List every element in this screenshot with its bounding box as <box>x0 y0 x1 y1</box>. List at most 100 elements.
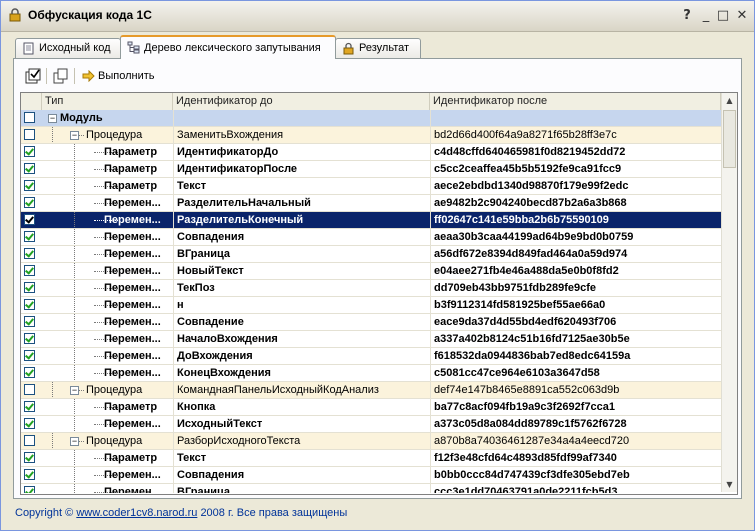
scroll-down-icon[interactable]: ▼ <box>722 477 737 492</box>
row-type-label: Перемен... <box>104 231 161 243</box>
header-id-after[interactable]: Идентификатор после <box>430 93 721 110</box>
check-all-icon[interactable] <box>24 67 42 85</box>
table-row[interactable]: Перемен... Совпадение eace9da37d4d55bd4edf… <box>21 314 721 331</box>
id-before-cell: н <box>173 297 430 313</box>
row-checkbox[interactable] <box>24 197 35 208</box>
tree-line <box>74 399 75 415</box>
tree-line <box>79 135 84 136</box>
close-button[interactable]: ✕ <box>734 8 750 24</box>
type-cell: Перемен... <box>42 484 192 493</box>
id-after-cell: b0bb0ccc84d747439cf3dfe305ebd7eb <box>430 467 721 483</box>
row-checkbox[interactable] <box>24 367 35 378</box>
row-checkbox[interactable] <box>24 435 35 446</box>
row-checkbox[interactable] <box>24 265 35 276</box>
table-row[interactable]: Параметр Текст aece2ebdbd1340d98870f179e99… <box>21 178 721 195</box>
minimize-button[interactable]: _ <box>698 8 714 24</box>
id-before-cell: Совпадение <box>173 314 430 330</box>
table-row[interactable]: Перемен... ВГраница a56df672e8394d849fad46… <box>21 246 721 263</box>
table-row[interactable]: Перемен... ИсходныйТекст a373c05d8a084dd89… <box>21 416 721 433</box>
tree-line <box>79 441 84 442</box>
table-row[interactable]: Перемен... ДоВхождения f618532da0944836bab… <box>21 348 721 365</box>
table-row[interactable]: Перемен... НовыйТекст e04aee271fb4e46a488d… <box>21 263 721 280</box>
maximize-button[interactable]: □ <box>715 8 731 24</box>
tab-label: Дерево лексического запутывания <box>144 42 321 54</box>
row-checkbox[interactable] <box>24 180 35 191</box>
tree-line <box>74 416 75 432</box>
row-checkbox[interactable] <box>24 282 35 293</box>
table-row[interactable]: Перемен... Совпадения aeaa30b3caa44199ad64… <box>21 229 721 246</box>
id-after-cell: e04aee271fb4e46a488da5e0b0f8fd2 <box>430 263 721 279</box>
table-row[interactable]: Перемен... ВГраница ccc3e1dd70463791a0de22… <box>21 484 721 493</box>
row-checkbox[interactable] <box>24 146 35 157</box>
obfuscation-tree-grid[interactable]: Тип Идентификатор до Идентификатор после… <box>20 92 738 495</box>
id-after-cell: a337a402b8124c51b16fd7125ae30b5e <box>430 331 721 347</box>
row-checkbox[interactable] <box>24 469 35 480</box>
table-row[interactable]: Перемен... н b3f9112314fd581925bef55ae66a0 <box>21 297 721 314</box>
row-checkbox[interactable] <box>24 163 35 174</box>
row-checkbox[interactable] <box>24 231 35 242</box>
type-cell: Перемен... <box>42 229 192 245</box>
scroll-thumb[interactable] <box>723 110 736 168</box>
row-checkbox[interactable] <box>24 486 35 493</box>
row-checkbox[interactable] <box>24 384 35 395</box>
table-row[interactable]: Перемен... РазделительНачальный ae9482b2c9… <box>21 195 721 212</box>
id-after-cell: bd2d66d400f64a9a8271f65b28ff3e7c <box>430 127 721 143</box>
row-checkbox[interactable] <box>24 333 35 344</box>
tree-line <box>74 280 75 296</box>
collapse-icon[interactable]: − <box>70 131 79 140</box>
tab-result[interactable]: Результат <box>335 38 421 58</box>
row-type-label: Перемен... <box>104 469 161 481</box>
table-row[interactable]: − Модуль <box>21 110 721 127</box>
id-after-cell: dd709eb43bb9751fdb289fe9cfe <box>430 280 721 296</box>
table-row[interactable]: Параметр ИдентификаторДо c4d48cffd64046598… <box>21 144 721 161</box>
row-checkbox[interactable] <box>24 129 35 140</box>
id-before-cell: РазделительНачальный <box>173 195 430 211</box>
header-type[interactable]: Тип <box>42 93 173 110</box>
table-row[interactable]: Перемен... ТекПоз dd709eb43bb9751fdb289fe9… <box>21 280 721 297</box>
tab-source-code[interactable]: Исходный код <box>15 38 121 58</box>
help-button[interactable]: ? <box>679 8 695 24</box>
type-cell: Перемен... <box>42 263 192 279</box>
table-row[interactable]: Перемен... НачалоВхождения a337a402b8124c5… <box>21 331 721 348</box>
row-checkbox[interactable] <box>24 299 35 310</box>
table-row[interactable]: Параметр ИдентификаторПосле c5cc2ceaffea45… <box>21 161 721 178</box>
header-id-before[interactable]: Идентификатор до <box>173 93 430 110</box>
grid-header: Тип Идентификатор до Идентификатор после <box>21 93 721 111</box>
row-checkbox[interactable] <box>24 452 35 463</box>
row-checkbox[interactable] <box>24 112 35 123</box>
table-row[interactable]: − Процедура ЗаменитьВхождения bd2d66d400f64… <box>21 127 721 144</box>
tab-obfuscation-tree[interactable]: Дерево лексического запутывания <box>120 35 336 59</box>
table-row[interactable]: Параметр Текст f12f3e48cfd64c4893d85fdf99a… <box>21 450 721 467</box>
id-before-cell: НачалоВхождения <box>173 331 430 347</box>
row-checkbox[interactable] <box>24 418 35 429</box>
table-row[interactable]: Параметр Кнопка ba77c8acf094fb19a9c3f2692f… <box>21 399 721 416</box>
id-after-cell: aeaa30b3caa44199ad64b9e9bd0b0759 <box>430 229 721 245</box>
table-row[interactable]: − Процедура КоманднаяПанельИсходныйКодАнал… <box>21 382 721 399</box>
id-after-cell: c5cc2ceaffea45b5b5192fe9ca91fcc9 <box>430 161 721 177</box>
id-after-cell: ff02647c141e59bba2b6b75590109 <box>430 212 721 228</box>
id-before-cell: ИдентификаторПосле <box>173 161 430 177</box>
toolbar-separator <box>74 68 75 84</box>
row-type-label: Перемен... <box>104 418 161 430</box>
row-checkbox[interactable] <box>24 316 35 327</box>
table-row[interactable]: − Процедура РазборИсходногоТекста a870b8a74… <box>21 433 721 450</box>
row-checkbox[interactable] <box>24 248 35 259</box>
row-checkbox[interactable] <box>24 350 35 361</box>
site-link[interactable]: www.coder1cv8.narod.ru <box>76 507 197 519</box>
table-row[interactable]: Перемен... Совпадения b0bb0ccc84d747439cf3… <box>21 467 721 484</box>
type-cell: Перемен... <box>42 416 192 432</box>
row-checkbox[interactable] <box>24 214 35 225</box>
tree-line <box>52 382 53 398</box>
vertical-scrollbar[interactable]: ▲ ▼ <box>721 93 737 492</box>
collapse-icon[interactable]: − <box>70 386 79 395</box>
collapse-icon[interactable]: − <box>70 437 79 446</box>
row-type-label: Перемен... <box>104 197 161 209</box>
row-type-label: Параметр <box>104 163 158 175</box>
collapse-icon[interactable]: − <box>48 114 57 123</box>
copy-icon[interactable] <box>52 67 70 85</box>
table-row[interactable]: Перемен... РазделительКонечный ff02647c141… <box>21 212 721 229</box>
table-row[interactable]: Перемен... КонецВхождения c5081cc47ce964e6… <box>21 365 721 382</box>
run-button[interactable]: Выполнить <box>80 67 160 85</box>
row-checkbox[interactable] <box>24 401 35 412</box>
scroll-up-icon[interactable]: ▲ <box>722 93 737 108</box>
